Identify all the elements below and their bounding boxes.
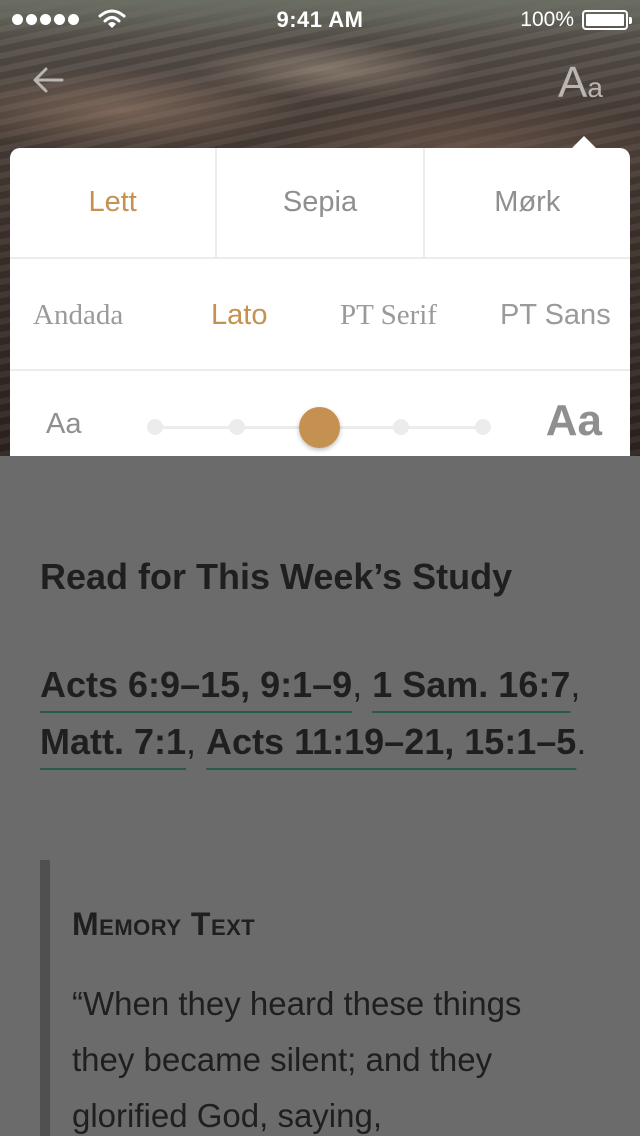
status-bar: 9:41 AM 100% xyxy=(0,0,640,40)
bible-reference-link[interactable]: Matt. 7:1 xyxy=(40,721,186,762)
bible-reference-link[interactable]: Acts 11:19–21, 15:1–5 xyxy=(206,721,576,762)
back-arrow-icon[interactable] xyxy=(28,60,68,100)
font-selector: Andada Lato PT Serif PT Sans xyxy=(10,260,630,371)
font-option-andada[interactable]: Andada xyxy=(33,260,123,371)
font-size-step[interactable] xyxy=(475,419,491,435)
font-size-slider-thumb[interactable] xyxy=(299,407,340,448)
memory-text-title: Memory Text xyxy=(72,906,256,942)
battery-percent: 100% xyxy=(520,8,574,31)
bible-reference-link[interactable]: Acts 6:9–15, 9:1–9 xyxy=(40,664,352,705)
memory-text-body: “When they heard these things they becam… xyxy=(72,985,522,1134)
battery-icon xyxy=(582,10,632,30)
bible-reference-link[interactable]: 1 Sam. 16:7 xyxy=(372,664,570,705)
font-option-lato[interactable]: Lato xyxy=(211,260,267,371)
font-toggle-small-glyph: a xyxy=(587,72,603,103)
memory-text-block: Memory Text “When they heard these thing… xyxy=(40,860,600,1136)
section-heading: Read for This Week’s Study xyxy=(40,556,513,597)
reading-references: Acts 6:9–15, 9:1–9, 1 Sam. 16:7, Matt. 7… xyxy=(40,656,600,770)
reference-separator: , xyxy=(186,721,207,762)
font-settings-button[interactable]: Aa xyxy=(558,58,603,108)
font-option-pt-sans[interactable]: PT Sans xyxy=(500,260,611,371)
font-option-pt-serif[interactable]: PT Serif xyxy=(340,260,437,371)
reading-settings-popover: Lett Sepia Mørk Andada Lato PT Serif PT … xyxy=(10,148,630,482)
font-toggle-big-glyph: A xyxy=(558,58,588,107)
font-size-large-label: Aa xyxy=(545,396,602,445)
font-size-small-label: Aa xyxy=(46,408,82,440)
font-size-step[interactable] xyxy=(393,419,409,435)
reference-separator: . xyxy=(576,721,587,762)
theme-selector: Lett Sepia Mørk xyxy=(10,148,630,259)
font-size-step[interactable] xyxy=(229,419,245,435)
theme-option-dark[interactable]: Mørk xyxy=(422,148,630,257)
theme-option-light[interactable]: Lett xyxy=(10,148,215,257)
lesson-content: Read for This Week’s Study Acts 6:9–15, … xyxy=(0,456,640,1136)
reference-separator: , xyxy=(570,664,581,705)
font-size-step[interactable] xyxy=(147,419,163,435)
theme-option-sepia[interactable]: Sepia xyxy=(215,148,422,257)
reference-separator: , xyxy=(352,664,373,705)
